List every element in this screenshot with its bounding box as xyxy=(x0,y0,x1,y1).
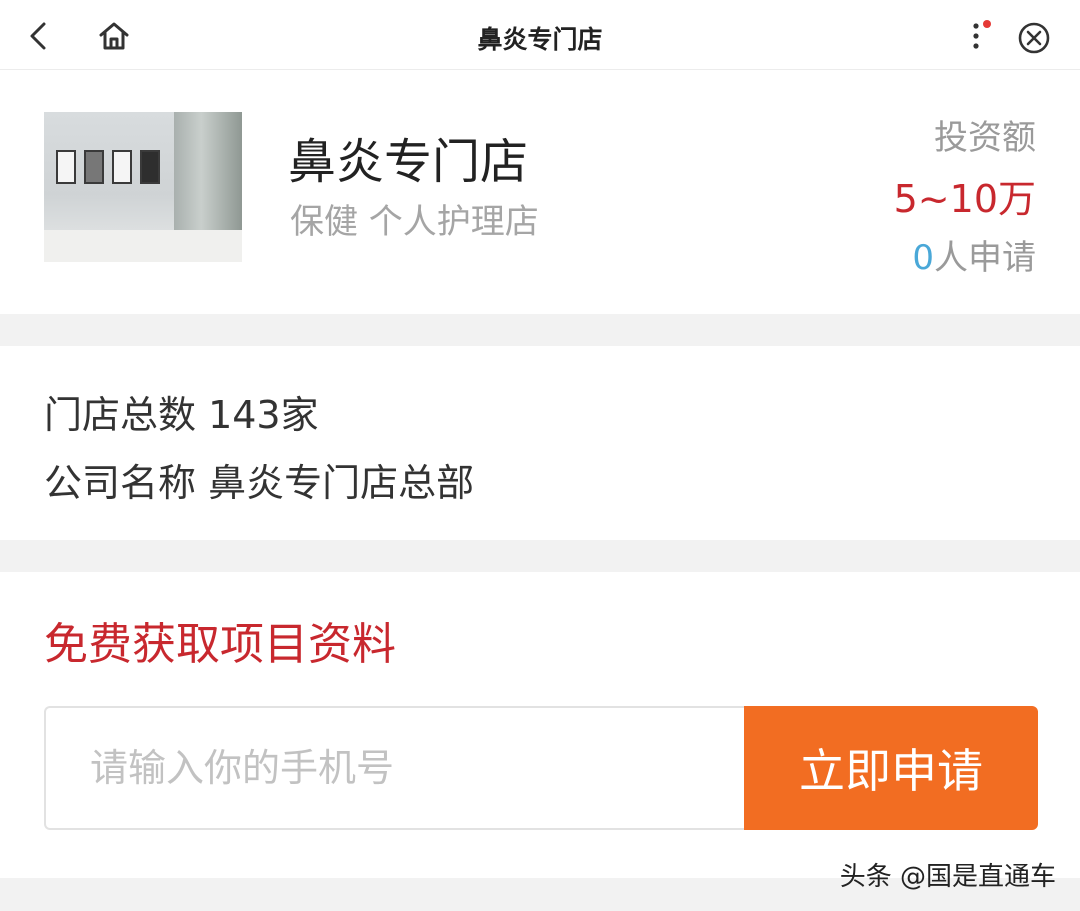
store-category: 保健 个人护理店 xyxy=(290,202,539,242)
applicant-count: 0人申请 xyxy=(912,230,1036,279)
phone-input[interactable] xyxy=(44,706,746,830)
top-nav-bar: 鼻炎专门店 xyxy=(0,0,1080,70)
apply-now-button[interactable]: 立即申请 xyxy=(744,706,1038,830)
apply-title: 免费获取项目资料 xyxy=(44,619,396,670)
store-summary-card: 鼻炎专门店 保健 个人护理店 投资额 5~10万 0人申请 xyxy=(0,70,1080,314)
more-vertical-icon[interactable] xyxy=(960,16,996,56)
page-title: 鼻炎专门店 xyxy=(477,25,603,54)
store-info-card: 门店总数 143家 公司名称 鼻炎专门店总部 xyxy=(0,346,1080,540)
store-thumbnail xyxy=(44,112,242,262)
applicant-number: 0 xyxy=(912,238,934,278)
source-watermark: 头条 @国是直通车 xyxy=(839,862,1056,892)
home-icon[interactable] xyxy=(96,18,132,54)
company-name: 公司名称 鼻炎专门店总部 xyxy=(44,461,475,505)
store-count: 门店总数 143家 xyxy=(44,393,319,437)
apply-card: 免费获取项目资料 立即申请 xyxy=(0,572,1080,878)
close-circle-icon[interactable] xyxy=(1014,18,1054,58)
notification-dot xyxy=(983,20,991,28)
chevron-left-icon[interactable] xyxy=(22,18,58,54)
applicant-suffix: 人申请 xyxy=(934,238,1036,278)
invest-amount: 5~10万 xyxy=(893,177,1036,221)
invest-label: 投资额 xyxy=(934,118,1036,158)
store-name: 鼻炎专门店 xyxy=(288,134,529,190)
